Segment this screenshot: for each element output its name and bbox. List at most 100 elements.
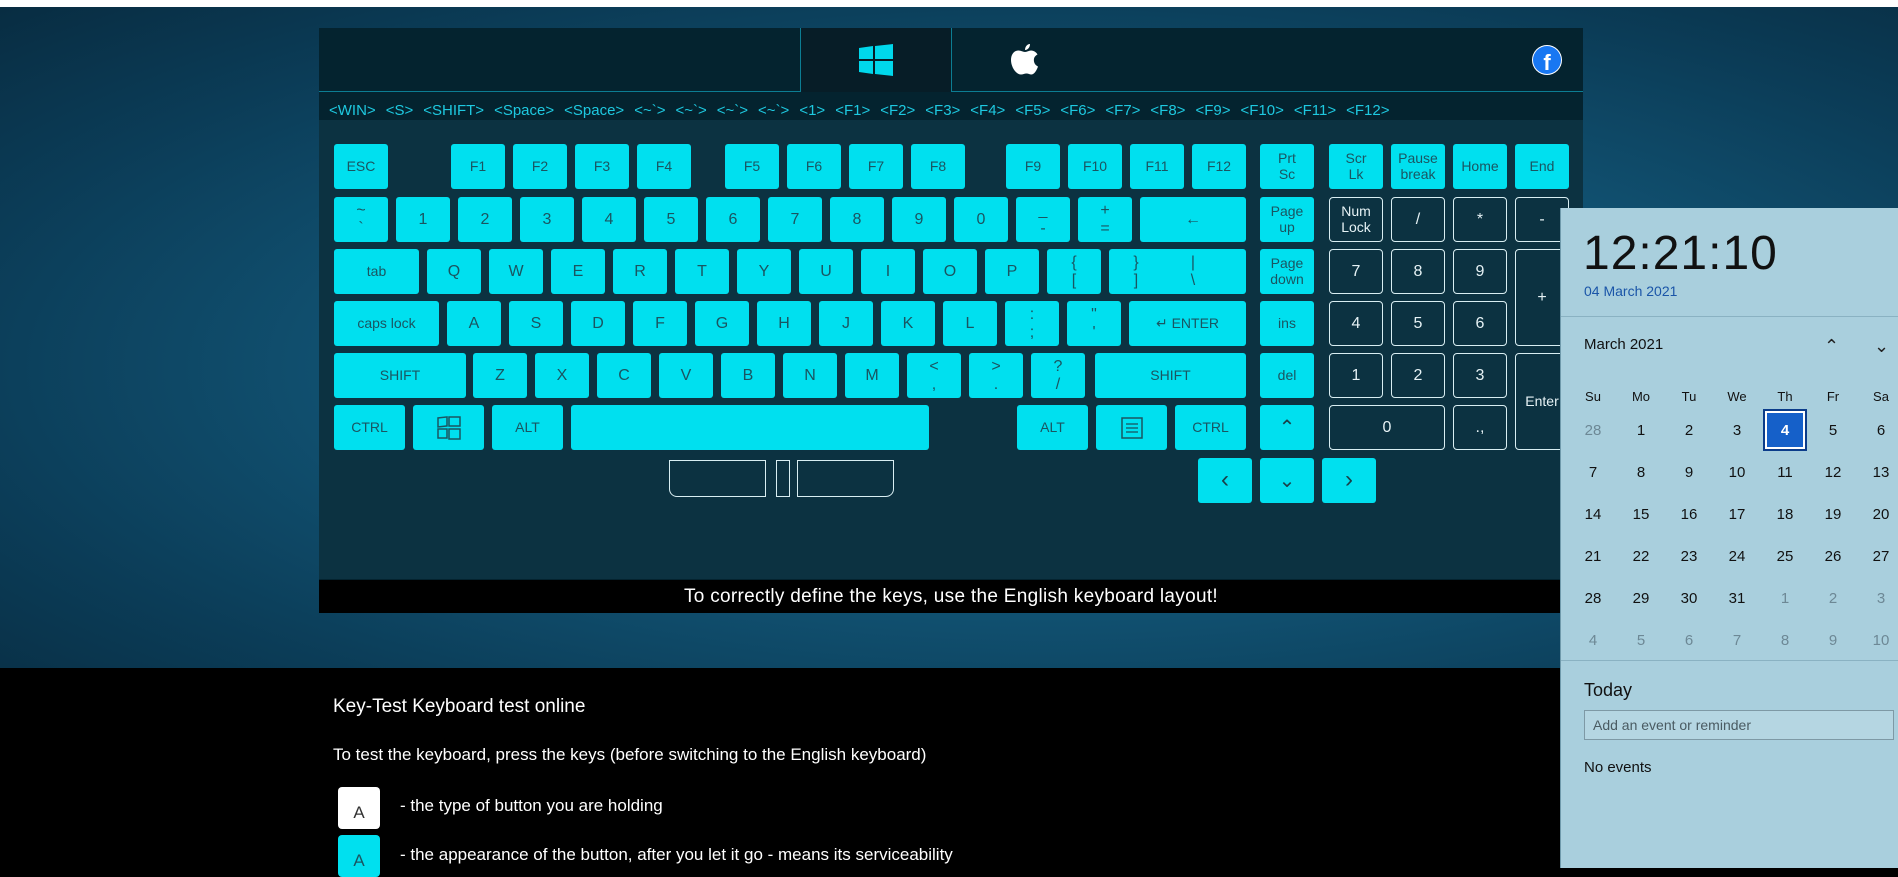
key-f6[interactable]: F6 [787, 144, 841, 189]
key-pagedown[interactable]: Page down [1260, 249, 1314, 294]
calendar-day[interactable]: 5 [1809, 410, 1857, 450]
key-arrow-up[interactable]: ⌃ [1260, 405, 1314, 450]
key-f12[interactable]: F12 [1192, 144, 1246, 189]
apple-tab[interactable] [950, 28, 1100, 91]
calendar-day[interactable]: 5 [1617, 620, 1665, 660]
calendar-day[interactable]: 31 [1713, 578, 1761, 618]
calendar-day[interactable]: 28 [1569, 578, 1617, 618]
key-num-8[interactable]: 8 [1391, 249, 1445, 294]
calendar-day[interactable]: 22 [1617, 536, 1665, 576]
calendar-day[interactable]: 19 [1809, 494, 1857, 534]
calendar-day[interactable]: 26 [1809, 536, 1857, 576]
key-shift-right[interactable]: SHIFT [1095, 353, 1246, 398]
key[interactable]: " ' [1067, 301, 1121, 346]
windows-tab[interactable] [800, 28, 952, 92]
key[interactable]: X [535, 353, 589, 398]
key-num-9[interactable]: 9 [1453, 249, 1507, 294]
key[interactable]: F [633, 301, 687, 346]
key-f9[interactable]: F9 [1006, 144, 1060, 189]
touchpad-scroll[interactable] [776, 460, 790, 497]
calendar-day[interactable]: 9 [1809, 620, 1857, 660]
calendar-day-today[interactable]: 4 [1761, 409, 1809, 451]
calendar-day[interactable]: 7 [1713, 620, 1761, 660]
calendar-day[interactable]: 8 [1761, 620, 1809, 660]
key[interactable]: 5 [644, 197, 698, 242]
key-alt-right[interactable]: ALT [1017, 405, 1088, 450]
key[interactable]: J [819, 301, 873, 346]
key[interactable]: > . [969, 353, 1023, 398]
calendar-day[interactable]: 21 [1569, 536, 1617, 576]
calendar-day[interactable]: 23 [1665, 536, 1713, 576]
calendar-day[interactable]: 7 [1569, 452, 1617, 492]
key-f5[interactable]: F5 [725, 144, 779, 189]
key-esc[interactable]: ESC [334, 144, 388, 189]
key-num-3[interactable]: 3 [1453, 353, 1507, 398]
add-event-input[interactable]: Add an event or reminder [1584, 710, 1894, 740]
calendar-day[interactable]: 11 [1761, 452, 1809, 492]
calendar-day[interactable]: 10 [1857, 620, 1898, 660]
calendar-day[interactable]: 3 [1857, 578, 1898, 618]
key[interactable]: O [923, 249, 977, 294]
calendar-day[interactable]: 3 [1713, 410, 1761, 450]
calendar-day[interactable]: 6 [1857, 410, 1898, 450]
facebook-link[interactable]: f [1532, 45, 1562, 75]
key-num-7[interactable]: 7 [1329, 249, 1383, 294]
key[interactable]: U [799, 249, 853, 294]
key-num-0[interactable]: 0 [1329, 405, 1445, 450]
key-shift-left[interactable]: SHIFT [334, 353, 466, 398]
key[interactable]: 8 [830, 197, 884, 242]
calendar-day[interactable]: 10 [1713, 452, 1761, 492]
key[interactable]: D [571, 301, 625, 346]
key-arrow-right[interactable]: › [1322, 458, 1376, 503]
key-arrow-left[interactable]: ‹ [1198, 458, 1252, 503]
key-backslash[interactable]: | \ [1140, 249, 1246, 294]
key-f1[interactable]: F1 [451, 144, 505, 189]
key[interactable]: < , [907, 353, 961, 398]
key[interactable]: E [551, 249, 605, 294]
key-f3[interactable]: F3 [575, 144, 629, 189]
key-capslock[interactable]: caps lock [334, 301, 439, 346]
chevron-down-icon[interactable]: ⌄ [1874, 336, 1889, 357]
key[interactable]: C [597, 353, 651, 398]
calendar-day[interactable]: 14 [1569, 494, 1617, 534]
key-num-multiply[interactable]: * [1453, 197, 1507, 242]
calendar-day[interactable]: 6 [1665, 620, 1713, 660]
key[interactable]: S [509, 301, 563, 346]
key[interactable]: V [659, 353, 713, 398]
calendar-day[interactable]: 1 [1761, 578, 1809, 618]
calendar-day[interactable]: 9 [1665, 452, 1713, 492]
key-menu[interactable] [1096, 405, 1167, 450]
key[interactable]: : ; [1005, 301, 1059, 346]
calendar-day[interactable]: 25 [1761, 536, 1809, 576]
calendar-day[interactable]: 18 [1761, 494, 1809, 534]
key-f11[interactable]: F11 [1130, 144, 1184, 189]
calendar-day[interactable]: 13 [1857, 452, 1898, 492]
key-f10[interactable]: F10 [1068, 144, 1122, 189]
key-num-4[interactable]: 4 [1329, 301, 1383, 346]
key[interactable]: { [ [1047, 249, 1101, 294]
key[interactable]: + = [1078, 197, 1132, 242]
key-prtsc[interactable]: Prt Sc [1260, 144, 1314, 189]
key[interactable]: Y [737, 249, 791, 294]
key[interactable]: L [943, 301, 997, 346]
calendar-day[interactable]: 8 [1617, 452, 1665, 492]
key-arrow-down[interactable]: ⌄ [1260, 458, 1314, 503]
key-win[interactable] [413, 405, 484, 450]
calendar-day[interactable]: 27 [1857, 536, 1898, 576]
calendar-day[interactable]: 15 [1617, 494, 1665, 534]
calendar-day[interactable]: 2 [1665, 410, 1713, 450]
key-num-2[interactable]: 2 [1391, 353, 1445, 398]
key[interactable]: 2 [458, 197, 512, 242]
key[interactable]: G [695, 301, 749, 346]
calendar-day[interactable]: 20 [1857, 494, 1898, 534]
key[interactable]: 0 [954, 197, 1008, 242]
key[interactable]: 7 [768, 197, 822, 242]
calendar-day[interactable]: 1 [1617, 410, 1665, 450]
key-f2[interactable]: F2 [513, 144, 567, 189]
calendar-day[interactable]: 17 [1713, 494, 1761, 534]
calendar-day[interactable]: 30 [1665, 578, 1713, 618]
key-ctrl-left[interactable]: CTRL [334, 405, 405, 450]
calendar-day[interactable]: 16 [1665, 494, 1713, 534]
calendar-day[interactable]: 24 [1713, 536, 1761, 576]
key-enter[interactable]: ↵ ENTER [1129, 301, 1246, 346]
